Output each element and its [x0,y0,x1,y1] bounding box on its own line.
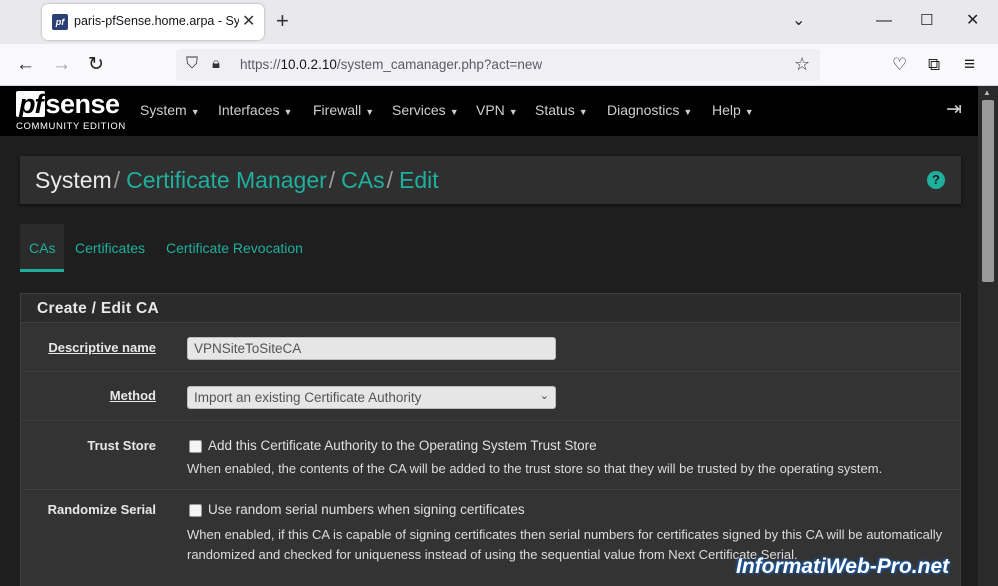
close-window-icon[interactable]: ✕ [966,10,979,32]
browser-tab-bar: pf paris-pfSense.home.arpa - Syst ✕ + ⌄ … [0,0,998,44]
menu-status[interactable]: Status ▼ [535,102,588,118]
menu-help[interactable]: Help ▼ [712,102,754,118]
page-scrollbar[interactable]: ▲ [978,86,998,586]
logo-pf: pf [16,91,46,118]
new-tab-icon[interactable]: + [276,8,289,34]
logo-sense: sense [45,89,120,119]
breadcrumb-edit[interactable]: Edit [399,167,439,193]
panel-heading: Create / Edit CA [21,294,960,323]
randomize-serial-checkbox-label[interactable]: Use random serial numbers when signing c… [208,502,525,517]
bookmark-star-icon[interactable]: ☆ [794,54,810,75]
pfsense-app: pf sense COMMUNITY EDITION System ▼ Interf… [0,86,998,586]
minimize-icon[interactable]: — [876,10,892,32]
forward-icon[interactable]: → [52,53,71,77]
descriptive-name-input[interactable]: VPNSiteToSiteCA [187,337,556,360]
browser-tab[interactable]: pf paris-pfSense.home.arpa - Syst ✕ [42,4,264,40]
top-navigation: pf sense COMMUNITY EDITION System ▼ Interf… [0,86,978,136]
method-select-value: Import an existing Certificate Authority [194,390,422,405]
menu-interfaces[interactable]: Interfaces ▼ [218,102,292,118]
menu-firewall[interactable]: Firewall ▼ [313,102,374,118]
trust-store-label: Trust Store [87,438,156,453]
tab-cas[interactable]: CAs [29,240,55,256]
trust-store-help: When enabled, the contents of the CA wil… [187,461,883,476]
scrollbar-thumb[interactable] [982,100,994,282]
method-label: Method [109,388,156,403]
descriptive-name-row: Descriptive name VPNSiteToSiteCA [21,324,960,372]
maximize-icon[interactable]: ☐ [920,10,933,32]
create-edit-ca-panel: Create / Edit CA Descriptive name VPNSit… [20,293,961,586]
breadcrumb-panel: System/Certificate Manager/CAs/Edit ? [20,156,961,204]
tab-certificates[interactable]: Certificates [75,240,145,256]
menu-hamburger-icon[interactable]: ≡ [964,53,975,77]
logo-edition: COMMUNITY EDITION [16,121,126,132]
menu-diagnostics[interactable]: Diagnostics ▼ [607,102,692,118]
breadcrumb-certificate-manager[interactable]: Certificate Manager [126,167,327,193]
pfsense-favicon-icon: pf [52,14,68,30]
lock-icon[interactable]: 🔒︎ [212,55,220,72]
menu-vpn[interactable]: VPN ▼ [476,102,518,118]
breadcrumb-cas[interactable]: CAs [341,167,384,193]
randomize-serial-label: Randomize Serial [47,502,156,517]
help-icon[interactable]: ? [927,171,945,189]
url-text: https://10.0.2.10/system_camanager.php?a… [240,57,543,72]
descriptive-name-label: Descriptive name [48,340,156,355]
trust-store-row: Trust Store Add this Certificate Authori… [21,422,960,490]
menu-system[interactable]: System ▼ [140,102,200,118]
trust-store-checkbox[interactable] [189,440,202,453]
logout-icon[interactable]: ⇥ [946,98,962,121]
tab-certificate-revocation[interactable]: Certificate Revocation [166,240,303,256]
method-select[interactable]: Import an existing Certificate Authority… [187,386,556,409]
method-row: Method Import an existing Certificate Au… [21,373,960,421]
chevron-down-icon: ⌄ [539,390,549,402]
panel-title: Create / Edit CA [37,300,159,317]
menu-services[interactable]: Services ▼ [392,102,459,118]
extensions-icon[interactable]: ⧉ [928,53,940,77]
back-icon[interactable]: ← [16,53,35,77]
breadcrumb: System/Certificate Manager/CAs/Edit [35,167,439,193]
watermark: InformatiWeb-Pro.net [736,555,950,578]
close-tab-icon[interactable]: ✕ [242,11,255,31]
pocket-icon[interactable]: ♡ [892,53,907,77]
breadcrumb-system: System [35,167,112,193]
browser-navigation-bar: ← → ↻ ⛉ 🔒︎ https://10.0.2.10/system_cama… [0,44,998,86]
scroll-up-icon[interactable]: ▲ [983,88,991,97]
pfsense-logo[interactable]: pf sense COMMUNITY EDITION [16,89,125,132]
reload-icon[interactable]: ↻ [88,53,104,77]
trust-store-checkbox-label[interactable]: Add this Certificate Authority to the Op… [208,438,597,453]
browser-tab-title: paris-pfSense.home.arpa - Syst [74,14,239,28]
shield-icon[interactable]: ⛉ [186,55,198,73]
randomize-serial-checkbox[interactable] [189,504,202,517]
tab-list-chevron-icon[interactable]: ⌄ [792,10,805,32]
address-bar[interactable]: ⛉ 🔒︎ https://10.0.2.10/system_camanager.… [176,49,820,81]
